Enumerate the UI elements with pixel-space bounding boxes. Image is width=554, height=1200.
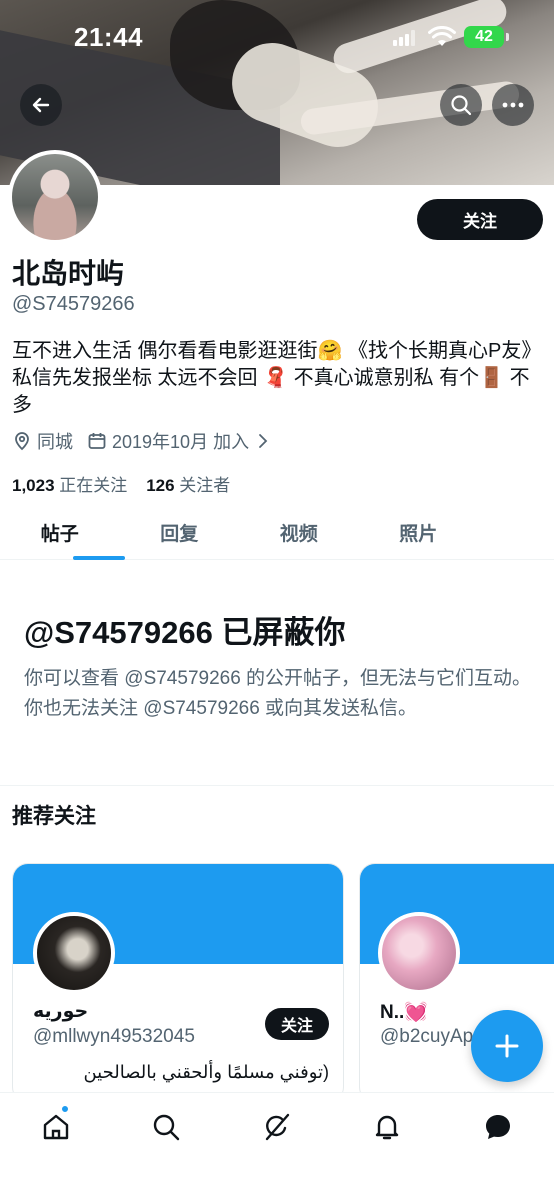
status-time: 21:44 xyxy=(74,22,143,52)
notification-dot xyxy=(61,1105,69,1113)
profile-tabs: 帖子 回复 视频 照片 xyxy=(0,505,554,560)
status-bar: 21:44 42 xyxy=(0,0,554,72)
search-icon xyxy=(451,95,472,116)
chevron-right-icon xyxy=(259,434,268,448)
followers-label: 关注者 xyxy=(179,476,231,495)
plus-icon xyxy=(495,1034,519,1058)
home-icon xyxy=(43,1114,69,1140)
join-date-text: 2019年10月 加入 xyxy=(112,432,250,452)
section-divider xyxy=(0,785,554,786)
suggestion-name: حوريه xyxy=(33,1001,89,1022)
more-button[interactable] xyxy=(492,84,534,126)
tab-videos[interactable]: 视频 xyxy=(239,505,359,559)
profile-bio: 互不进入生活 偶尔看看电影逛逛街🤗 《找个长期真心P友》私信先发报坐标 太远不会… xyxy=(12,340,542,416)
follow-button[interactable]: 关注 xyxy=(417,199,543,240)
profile-meta: 同城 2019年10月 加入 xyxy=(12,428,290,454)
following-label: 正在关注 xyxy=(59,476,128,495)
followers-link[interactable]: 126 关注者 xyxy=(146,476,230,495)
nav-messages[interactable] xyxy=(478,1107,518,1147)
suggestion-bio: (توفني مسلمًا وألحقني بالصالحين xyxy=(83,1062,329,1082)
tab-replies[interactable]: 回复 xyxy=(120,505,240,559)
bell-icon xyxy=(375,1115,399,1140)
messages-icon xyxy=(486,1115,510,1139)
suggestion-avatar[interactable] xyxy=(33,912,115,994)
grok-icon xyxy=(265,1113,290,1141)
suggestion-name: N..💓 xyxy=(380,1002,428,1023)
wifi-icon xyxy=(428,26,456,46)
following-link[interactable]: 1,023 正在关注 xyxy=(12,476,127,495)
tab-posts[interactable]: 帖子 xyxy=(0,505,120,559)
nav-home[interactable] xyxy=(36,1107,76,1147)
suggestion-avatar[interactable] xyxy=(378,912,460,994)
blocked-title: @S74579266 已屏蔽你 xyxy=(24,615,346,650)
suggestion-handle: @mllwyn49532045 xyxy=(33,1026,195,1047)
profile-handle: @S74579266 xyxy=(12,293,135,315)
location: 同城 xyxy=(12,428,73,454)
location-pin-icon xyxy=(15,432,29,451)
battery-tip xyxy=(506,33,509,41)
more-horizontal-icon xyxy=(502,102,524,108)
suggestion-follow-button[interactable]: 关注 xyxy=(265,1008,329,1040)
suggestion-card[interactable]: حوريه @mllwyn49532045 关注 (توفني مسلمًا و… xyxy=(12,863,344,1103)
join-date[interactable]: 2019年10月 加入 xyxy=(87,428,276,454)
arrow-left-icon xyxy=(32,97,50,113)
search-button[interactable] xyxy=(440,84,482,126)
cellular-signal-icon xyxy=(393,30,415,46)
following-count: 1,023 xyxy=(12,476,55,495)
active-tab-indicator xyxy=(73,556,125,560)
bottom-navigation xyxy=(0,1092,554,1200)
profile-name: 北岛时屿 xyxy=(12,258,125,289)
compose-button[interactable] xyxy=(471,1010,543,1082)
suggestions-title: 推荐关注 xyxy=(12,805,96,828)
followers-count: 126 xyxy=(146,476,175,495)
nav-search[interactable] xyxy=(146,1107,186,1147)
battery-indicator: 42 xyxy=(464,26,504,48)
search-icon xyxy=(153,1114,180,1141)
tab-photos[interactable]: 照片 xyxy=(359,505,479,559)
nav-grok[interactable] xyxy=(257,1107,297,1147)
nav-notifications[interactable] xyxy=(367,1107,407,1147)
calendar-icon xyxy=(88,433,106,449)
blocked-message: 你可以查看 @S74579266 的公开帖子，但无法与它们互动。你也无法关注 @… xyxy=(24,668,532,719)
avatar[interactable] xyxy=(8,150,102,244)
back-button[interactable] xyxy=(20,84,62,126)
location-text: 同城 xyxy=(37,432,73,452)
follow-stats: 1,023 正在关注 126 关注者 xyxy=(12,471,230,496)
